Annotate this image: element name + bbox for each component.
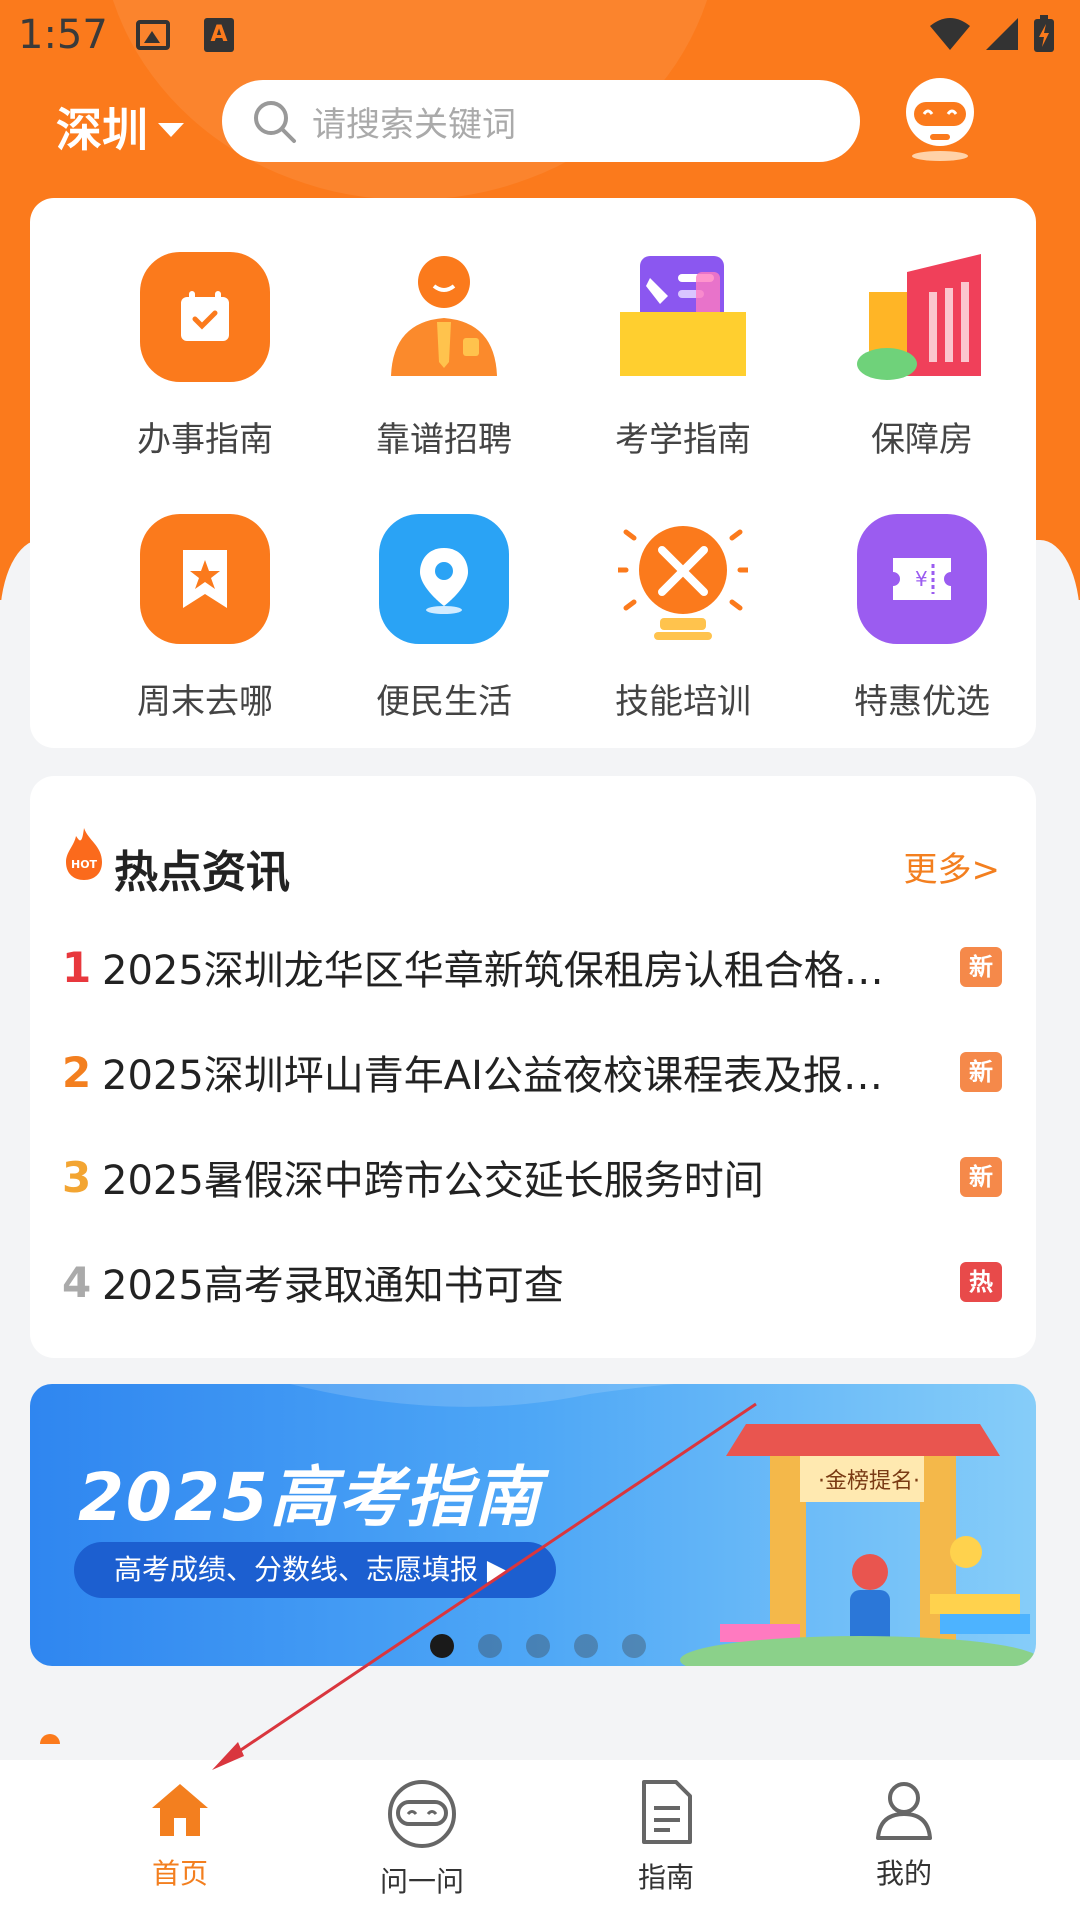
- grid-item-label: 技能培训: [615, 682, 751, 722]
- carousel-dot[interactable]: [478, 1634, 502, 1658]
- grid-item-weekend[interactable]: 周末去哪: [85, 514, 325, 723]
- new-badge: 新: [960, 1052, 1002, 1092]
- city-label: 深圳: [56, 103, 148, 157]
- grid-item-life[interactable]: 便民生活: [324, 514, 564, 723]
- grid-item-study[interactable]: 考学指南: [563, 252, 803, 461]
- gaokao-banner[interactable]: ·金榜提名· 2025高考指南 高考成绩、分数线、志愿填报 ▶: [30, 1384, 1036, 1666]
- carousel-dot[interactable]: [622, 1634, 646, 1658]
- banner-title: 2025高考指南: [78, 1459, 542, 1536]
- hot-news-card: HOT 热点资讯 更多> 1 2025深圳龙华区华章新筑保租房认租合格名单公示 …: [30, 776, 1036, 1358]
- svg-text:HOT: HOT: [71, 858, 98, 871]
- service-grid-card: 办事指南 靠谱招聘 考学指南 保障房 周末去哪 便民生活 技能培训 ¥ 特惠优选: [30, 198, 1036, 748]
- carousel-dots: [30, 1634, 1036, 1658]
- signal-icon: [986, 18, 1018, 50]
- tab-label: 指南: [637, 1861, 694, 1894]
- tab-guide[interactable]: 指南: [576, 1778, 756, 1896]
- new-badge: 新: [960, 1157, 1002, 1197]
- grid-item-label: 考学指南: [615, 420, 751, 460]
- tab-mine[interactable]: 我的: [814, 1778, 994, 1892]
- tab-home[interactable]: 首页: [90, 1778, 270, 1892]
- hot-news-title: 热点资讯: [114, 847, 290, 898]
- news-item[interactable]: 3 2025暑假深中跨市公交延长服务时间 新: [62, 1142, 1002, 1212]
- hot-badge: 热: [960, 1262, 1002, 1302]
- wifi-icon: [930, 18, 970, 50]
- carousel-dot[interactable]: [430, 1634, 454, 1658]
- grid-item-label: 保障房: [871, 420, 973, 460]
- document-icon: [642, 1780, 692, 1844]
- tab-label: 首页: [151, 1857, 208, 1890]
- news-item[interactable]: 2 2025深圳坪山青年AI公益夜校课程表及报名入口 新: [62, 1037, 1002, 1107]
- app-notification-icon: A: [204, 18, 234, 52]
- news-rank: 3: [62, 1152, 92, 1202]
- grid-item-housing[interactable]: 保障房: [802, 252, 1042, 461]
- image-notification-icon: [136, 20, 170, 50]
- svg-text:·金榜提名·: ·金榜提名·: [818, 1469, 920, 1494]
- status-bar: 1:57 A: [0, 0, 1080, 72]
- grid-item-label: 周末去哪: [137, 682, 273, 722]
- assistant-robot-icon[interactable]: [900, 76, 980, 162]
- study-folder-icon: [618, 252, 748, 382]
- search-input[interactable]: 请搜索关键词: [222, 80, 860, 162]
- battery-icon: [1034, 15, 1054, 52]
- user-icon: [876, 1782, 932, 1840]
- location-pin-icon: [379, 514, 509, 644]
- building-icon: [857, 252, 987, 382]
- tools-icon: [618, 514, 748, 644]
- calendar-icon: [140, 252, 270, 382]
- grid-item-label: 便民生活: [376, 682, 512, 722]
- grid-item-recruit[interactable]: 靠谱招聘: [324, 252, 564, 461]
- news-rank: 1: [62, 942, 92, 992]
- recruiter-icon: [379, 252, 509, 382]
- grid-item-guide[interactable]: 办事指南: [85, 252, 325, 461]
- more-link[interactable]: 更多>: [904, 842, 1001, 891]
- grid-item-training[interactable]: 技能培训: [563, 514, 803, 723]
- grid-item-deals[interactable]: ¥ 特惠优选: [802, 514, 1042, 723]
- search-placeholder: 请搜索关键词: [312, 104, 516, 145]
- tab-label: 我的: [875, 1857, 932, 1890]
- news-item[interactable]: 1 2025深圳龙华区华章新筑保租房认租合格名单公示 新: [62, 932, 1002, 1002]
- chevron-down-icon: [158, 123, 184, 137]
- news-text: 2025深圳龙华区华章新筑保租房认租合格名单公示: [102, 948, 960, 994]
- tab-ask[interactable]: 问一问: [332, 1778, 512, 1900]
- banner-subtitle-button[interactable]: 高考成绩、分数线、志愿填报 ▶: [74, 1542, 557, 1598]
- news-text: 2025高考录取通知书可查: [102, 1263, 564, 1309]
- carousel-dot[interactable]: [574, 1634, 598, 1658]
- partial-section-icon: [40, 1734, 60, 1744]
- city-selector[interactable]: 深圳: [56, 94, 184, 160]
- hot-flame-icon: HOT: [66, 828, 102, 880]
- carousel-dot[interactable]: [526, 1634, 550, 1658]
- grid-item-label: 靠谱招聘: [376, 420, 512, 460]
- coupon-icon: ¥: [857, 514, 987, 644]
- status-time: 1:57: [18, 12, 108, 58]
- bookmark-star-icon: [140, 514, 270, 644]
- search-icon: [254, 101, 296, 143]
- news-rank: 4: [62, 1257, 92, 1307]
- bottom-tab-bar: 首页 问一问 指南 我的: [0, 1760, 1080, 1920]
- news-rank: 2: [62, 1047, 92, 1097]
- tab-label: 问一问: [379, 1865, 464, 1898]
- robot-icon: [388, 1780, 456, 1848]
- grid-item-label: 办事指南: [137, 420, 273, 460]
- news-item[interactable]: 4 2025高考录取通知书可查 热: [62, 1247, 1002, 1317]
- news-text: 2025深圳坪山青年AI公益夜校课程表及报名入口: [102, 1053, 960, 1099]
- news-text: 2025暑假深中跨市公交延长服务时间: [102, 1158, 764, 1204]
- new-badge: 新: [960, 947, 1002, 987]
- grid-item-label: 特惠优选: [854, 682, 990, 722]
- home-icon: [152, 1784, 208, 1836]
- svg-text:¥: ¥: [915, 567, 928, 591]
